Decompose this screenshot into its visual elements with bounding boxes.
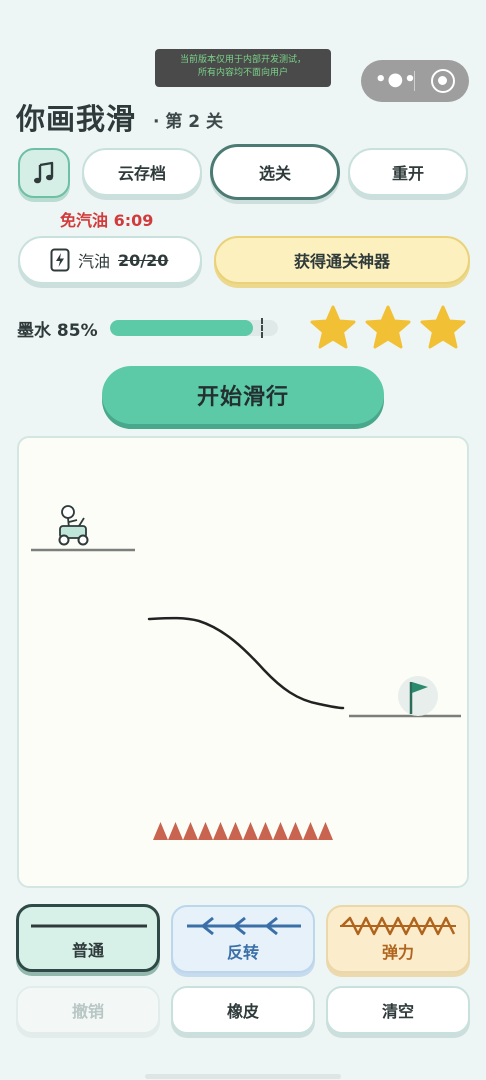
music-toggle-button[interactable]	[18, 148, 70, 198]
tool-normal-label: 普通	[71, 941, 104, 960]
undo-button[interactable]: 撤销	[16, 986, 160, 1034]
spike	[213, 822, 228, 840]
dev-notice-line2: 所有内容均不面向用户	[197, 68, 288, 78]
drawn-track-line	[147, 616, 345, 710]
goal-flag-icon	[398, 676, 438, 716]
cloud-save-button[interactable]: 云存档	[82, 148, 202, 196]
restart-button[interactable]: 重开	[348, 148, 468, 196]
tool-normal-line[interactable]: 普通	[16, 904, 160, 972]
spike-hazard	[153, 822, 333, 840]
free-fuel-timer: 免汽油 6:09	[60, 211, 154, 230]
miniprogram-capsule: •●•	[361, 60, 469, 102]
ink-progress-fill	[110, 320, 253, 336]
fuel-label: 汽油	[78, 252, 111, 271]
spike	[198, 822, 213, 840]
home-indicator	[145, 1074, 341, 1079]
reverse-arrows-icon	[187, 916, 301, 936]
tool-reverse-line[interactable]: 反转	[171, 905, 315, 973]
star-icon-2	[365, 305, 411, 349]
dev-notice-line1: 当前版本仅用于内部开发测试，	[179, 55, 306, 65]
clear-button[interactable]: 清空	[326, 986, 470, 1034]
ink-progress-bar	[110, 320, 278, 336]
game-title: 你画我滑	[16, 102, 137, 136]
more-options-icon[interactable]: •●•	[375, 71, 416, 91]
spike	[153, 822, 168, 840]
level-indicator: · 第 2 关	[153, 112, 224, 132]
tool-bounce-line[interactable]: 弹力	[326, 905, 470, 973]
spike	[228, 822, 243, 840]
drawing-canvas[interactable]	[17, 436, 469, 888]
bounce-zigzag-icon	[340, 916, 456, 936]
ink-label: 墨水 85%	[17, 321, 98, 341]
star-icon-3	[420, 305, 466, 349]
spike	[258, 822, 273, 840]
spike	[273, 822, 288, 840]
start-slide-button[interactable]: 开始滑行	[102, 366, 384, 424]
spike	[318, 822, 333, 840]
game-scene	[31, 505, 461, 840]
spike	[243, 822, 258, 840]
spike	[303, 822, 318, 840]
close-miniprogram-icon[interactable]	[431, 69, 455, 93]
capsule-divider	[414, 71, 415, 91]
ink-threshold-marker	[261, 318, 264, 338]
fuel-count: 20/20	[118, 250, 169, 270]
dev-notice-banner: 当前版本仅用于内部开发测试， 所有内容均不面向用户	[155, 49, 331, 87]
spike	[288, 822, 303, 840]
normal-line-icon	[31, 924, 147, 928]
fuel-button[interactable]: 汽油 20/20	[18, 236, 202, 284]
star-icon-1	[310, 305, 356, 349]
cart-rider-icon	[58, 505, 89, 546]
fuel-lightning-icon	[50, 248, 70, 272]
get-artifact-button[interactable]: 获得通关神器	[214, 236, 470, 284]
tool-reverse-label: 反转	[226, 943, 259, 962]
eraser-button[interactable]: 橡皮	[171, 986, 315, 1034]
spike	[183, 822, 198, 840]
music-note-icon	[34, 161, 54, 184]
tool-bounce-label: 弹力	[381, 943, 414, 962]
select-level-button[interactable]: 选关	[210, 144, 340, 200]
spike	[168, 822, 183, 840]
